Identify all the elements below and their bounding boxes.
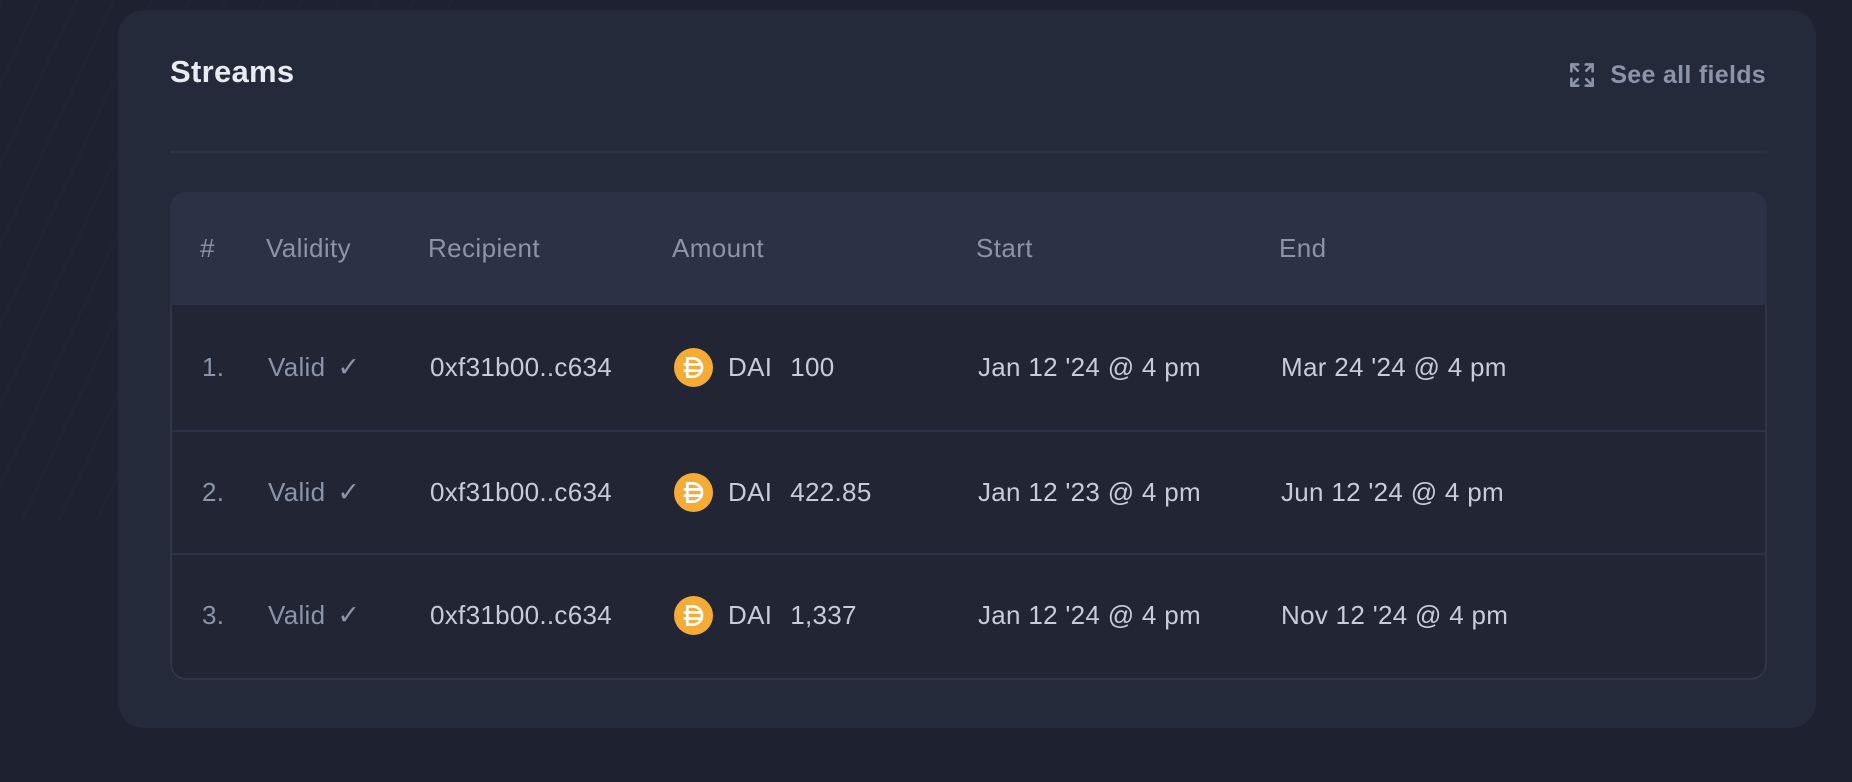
row-index: 2. bbox=[202, 477, 268, 508]
checkmark-icon: ✓ bbox=[337, 477, 360, 508]
validity-label: Valid bbox=[268, 477, 325, 508]
validity-cell: Valid ✓ bbox=[268, 477, 430, 508]
column-header-amount: Amount bbox=[672, 233, 976, 264]
validity-cell: Valid ✓ bbox=[268, 352, 430, 383]
column-header-index: # bbox=[200, 233, 266, 264]
column-header-start: Start bbox=[976, 233, 1279, 264]
recipient-address: 0xf31b00..c634 bbox=[430, 477, 674, 508]
start-date: Jan 12 '23 @ 4 pm bbox=[978, 477, 1281, 508]
token-symbol: DAI bbox=[728, 600, 772, 631]
streams-card: Streams See all fields # Validity Recipi… bbox=[118, 10, 1816, 728]
page-title: Streams bbox=[170, 54, 294, 90]
end-date: Mar 24 '24 @ 4 pm bbox=[1281, 352, 1765, 383]
start-date: Jan 12 '24 @ 4 pm bbox=[978, 600, 1281, 631]
token-amount: 100 bbox=[790, 352, 834, 383]
amount-cell: DAI 100 bbox=[674, 348, 978, 387]
start-date: Jan 12 '24 @ 4 pm bbox=[978, 352, 1281, 383]
row-index: 1. bbox=[202, 352, 268, 383]
token-amount: 1,337 bbox=[790, 600, 857, 631]
table-row[interactable]: 3. Valid ✓ 0xf31b00..c634 DAI 1,337 bbox=[172, 553, 1765, 676]
checkmark-icon: ✓ bbox=[337, 600, 360, 631]
column-header-recipient: Recipient bbox=[428, 233, 672, 264]
see-all-fields-button[interactable]: See all fields bbox=[1567, 60, 1766, 90]
table-header-row: # Validity Recipient Amount Start End bbox=[170, 192, 1767, 305]
row-index: 3. bbox=[202, 600, 268, 631]
expand-arrows-icon bbox=[1567, 60, 1597, 90]
token-symbol: DAI bbox=[728, 477, 772, 508]
validity-label: Valid bbox=[268, 600, 325, 631]
amount-cell: DAI 1,337 bbox=[674, 596, 978, 635]
recipient-address: 0xf31b00..c634 bbox=[430, 600, 674, 631]
amount-cell: DAI 422.85 bbox=[674, 473, 978, 512]
end-date: Jun 12 '24 @ 4 pm bbox=[1281, 477, 1765, 508]
table-row[interactable]: 1. Valid ✓ 0xf31b00..c634 DAI 100 bbox=[172, 305, 1765, 430]
streams-table: # Validity Recipient Amount Start End 1.… bbox=[170, 192, 1767, 680]
token-symbol: DAI bbox=[728, 352, 772, 383]
token-amount: 422.85 bbox=[790, 477, 871, 508]
column-header-validity: Validity bbox=[266, 233, 428, 264]
validity-cell: Valid ✓ bbox=[268, 600, 430, 631]
table-body: 1. Valid ✓ 0xf31b00..c634 DAI 100 bbox=[170, 305, 1767, 680]
dai-token-icon bbox=[674, 473, 713, 512]
column-header-end: End bbox=[1279, 233, 1767, 264]
recipient-address: 0xf31b00..c634 bbox=[430, 352, 674, 383]
title-divider bbox=[170, 151, 1767, 153]
dai-token-icon bbox=[674, 596, 713, 635]
table-row[interactable]: 2. Valid ✓ 0xf31b00..c634 DAI 422.85 bbox=[172, 430, 1765, 553]
validity-label: Valid bbox=[268, 352, 325, 383]
dai-token-icon bbox=[674, 348, 713, 387]
see-all-fields-label: See all fields bbox=[1610, 61, 1766, 90]
checkmark-icon: ✓ bbox=[337, 352, 360, 383]
end-date: Nov 12 '24 @ 4 pm bbox=[1281, 600, 1765, 631]
